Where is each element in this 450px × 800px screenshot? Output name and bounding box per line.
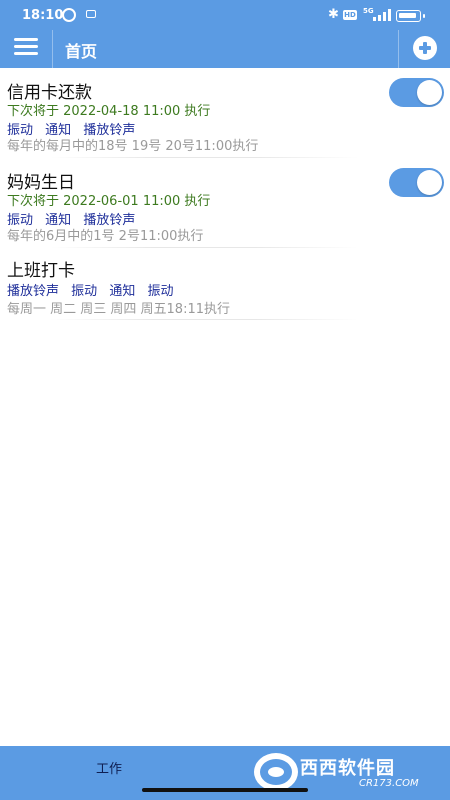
bottom-navigation: 工作 西西软件园 CR173.COM (0, 746, 450, 800)
list-divider (50, 247, 358, 248)
status-time: 18:10 (22, 8, 64, 23)
bluetooth-icon: ✱ (328, 7, 339, 22)
action-label: 振动 (71, 284, 98, 299)
toggle-knob (417, 170, 442, 195)
enable-toggle[interactable] (389, 168, 444, 197)
reminder-item[interactable]: 妈妈生日 下次将于 2022-06-01 11:00 执行 振动 通知 播放铃声… (0, 160, 450, 250)
action-label: 播放铃声 (7, 284, 60, 299)
reminder-title: 上班打卡 (7, 261, 75, 281)
next-run-text: 下次将于 2022-06-01 11:00 执行 (7, 194, 211, 209)
header-divider-right (398, 30, 399, 68)
enable-toggle[interactable] (389, 78, 444, 107)
action-label: 振动 (147, 284, 174, 299)
schedule-text: 每周一 周二 周三 周四 周五18:11执行 (7, 302, 230, 317)
next-run-text: 下次将于 2022-04-18 11:00 执行 (7, 104, 211, 119)
list-divider (50, 319, 358, 320)
watermark-domain: CR173.COM (359, 778, 419, 789)
battery-icon (396, 10, 425, 22)
alarm-icon (62, 8, 76, 22)
watermark-logo-icon (254, 753, 298, 791)
reminder-actions: 播放铃声 振动 通知 振动 (7, 280, 181, 299)
reminder-list: 信用卡还款 下次将于 2022-04-18 11:00 执行 振动 通知 播放铃… (0, 70, 450, 334)
watermark-brand: 西西软件园 (300, 758, 395, 779)
toggle-knob (417, 80, 442, 105)
reminder-item[interactable]: 上班打卡 播放铃声 振动 通知 振动 每周一 周二 周三 周四 周五18:11执… (0, 250, 450, 334)
page-title: 首页 (65, 42, 98, 61)
menu-icon[interactable] (14, 38, 38, 58)
list-divider (50, 157, 358, 158)
status-bar: 18:10 ✱ HD 5G (0, 0, 450, 30)
action-label: 通知 (109, 284, 136, 299)
nav-work-tab[interactable]: 工作 (96, 758, 122, 777)
schedule-text: 每年的每月中的18号 19号 20号11:00执行 (7, 139, 259, 154)
reminder-item[interactable]: 信用卡还款 下次将于 2022-04-18 11:00 执行 振动 通知 播放铃… (0, 70, 450, 160)
add-reminder-button[interactable] (413, 36, 437, 60)
hd-icon: HD (343, 10, 357, 20)
app-bar: 18:10 ✱ HD 5G 首页 (0, 0, 450, 68)
message-icon (86, 10, 96, 18)
schedule-text: 每年的6月中的1号 2号11:00执行 (7, 229, 204, 244)
signal-icon (373, 9, 391, 21)
home-indicator[interactable] (142, 788, 308, 792)
header-divider-left (52, 30, 53, 68)
